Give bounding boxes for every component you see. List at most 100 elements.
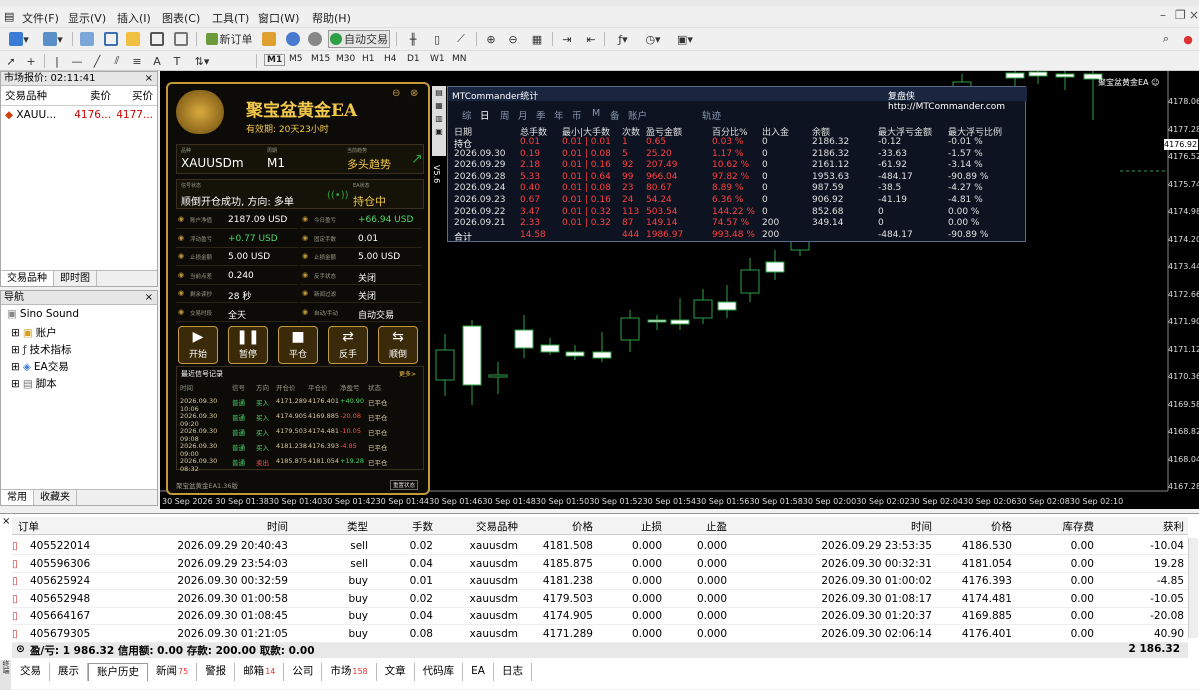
tf-h4[interactable]: H4 — [384, 54, 397, 64]
tab-symbols[interactable]: 交易品种 — [1, 271, 54, 286]
close-icon[interactable]: × — [145, 72, 153, 86]
terminal-tab[interactable]: 新闻75 — [148, 663, 198, 681]
bar-chart-button[interactable]: ╫ — [404, 30, 422, 48]
close-icon[interactable]: × — [1189, 8, 1199, 22]
terminal-tab[interactable]: 邮箱14 — [235, 663, 285, 681]
channel-button[interactable]: ⫽ — [110, 52, 124, 70]
indicators-button[interactable]: ƒ▾ — [610, 30, 636, 48]
minimize-icon[interactable]: – — [1160, 8, 1166, 22]
menu-file[interactable]: 文件(F) — [22, 10, 59, 26]
more-link[interactable]: 更多> — [399, 369, 416, 378]
history-col-header[interactable]: 价格 — [572, 519, 593, 534]
cursor-button[interactable]: ➚ — [4, 52, 18, 70]
terminal-tab[interactable]: 展示 — [50, 663, 88, 681]
stats-tab[interactable]: 综 — [462, 108, 472, 122]
history-col-header[interactable]: 获利 — [1163, 519, 1184, 534]
tile-windows-button[interactable]: ▦ — [528, 30, 546, 48]
tab-tick-chart[interactable]: 即时图 — [54, 271, 97, 286]
history-col-header[interactable]: 时间 — [267, 519, 288, 534]
stats-tab[interactable]: 季 — [536, 108, 546, 122]
tf-w1[interactable]: W1 — [430, 54, 445, 64]
templates-button[interactable]: ▣▾ — [672, 30, 698, 48]
signal-row[interactable]: 2026.09.30 09:20 普通 买入 4174.905 4169.885 -20.… — [180, 412, 424, 428]
close-icon[interactable]: × — [2, 516, 10, 527]
stats-tab[interactable]: 日 — [480, 108, 490, 122]
vertical-scrollbar[interactable] — [1188, 538, 1198, 638]
history-row[interactable]: ▯ 405522014 2026.09.29 20:40:43 sell 0.02 xau… — [12, 538, 1188, 555]
navigator-button[interactable] — [124, 30, 142, 48]
zoom-out-button[interactable]: ⊖ — [504, 30, 522, 48]
signal-row[interactable]: 2026.09.30 10:06 普通 买入 4171.289 4176.401 +40.… — [180, 397, 424, 413]
history-col-header[interactable]: 交易品种 — [476, 519, 518, 534]
side-icon-1[interactable]: ▤ — [432, 86, 446, 99]
tf-mn[interactable]: MN — [452, 54, 467, 64]
reset-button[interactable]: 重置状态 — [390, 480, 419, 490]
meta-editor-button[interactable] — [260, 30, 278, 48]
minimize-icon[interactable]: ⊖ — [392, 88, 400, 99]
nav-indicators[interactable]: ⊞ ƒ 技术指标 — [11, 342, 72, 357]
menu-help[interactable]: 帮助(H) — [312, 10, 351, 26]
tf-m5[interactable]: M5 — [289, 54, 303, 64]
stats-tab[interactable]: 币 — [572, 108, 582, 122]
terminal-tab[interactable]: 公司 — [284, 663, 323, 681]
tf-m15[interactable]: M15 — [311, 54, 330, 64]
stats-tab[interactable]: 周 — [500, 108, 510, 122]
tab-common[interactable]: 常用 — [1, 490, 34, 505]
tf-d1[interactable]: D1 — [407, 54, 420, 64]
signal-row[interactable]: 2026.09.30 09:08 普通 买入 4179.503 4174.481 -10.… — [180, 427, 424, 443]
trendline-button[interactable]: ╱ — [90, 52, 104, 70]
history-col-header[interactable]: 库存费 — [1063, 519, 1095, 534]
signal-row[interactable]: 2026.09.30 09:00 普通 买入 4181.238 4176.393 -4.8… — [180, 442, 424, 458]
side-icon-4[interactable]: ▣ — [432, 125, 446, 138]
side-icon-3[interactable]: ▥ — [432, 112, 446, 125]
ea-control-button[interactable]: ⇆ 顺倒 — [378, 326, 418, 364]
autoscroll-button[interactable]: ⇤ — [582, 30, 600, 48]
line-chart-button[interactable]: ⟋ — [452, 30, 470, 48]
terminal-tab[interactable]: 日志 — [494, 663, 532, 681]
history-col-header[interactable]: 类型 — [347, 519, 368, 534]
history-col-header[interactable]: 价格 — [991, 519, 1012, 534]
stats-tab[interactable]: 轨迹 — [702, 108, 721, 122]
zoom-in-button[interactable]: ⊕ — [482, 30, 500, 48]
history-col-header[interactable]: 手数 — [412, 519, 433, 534]
terminal-tab[interactable]: EA — [463, 663, 494, 681]
vps-button[interactable] — [306, 30, 324, 48]
new-order-button[interactable]: 新订单 — [202, 30, 256, 48]
history-col-header[interactable]: 时间 — [911, 519, 932, 534]
text-button[interactable]: A — [150, 52, 164, 70]
stats-tab[interactable]: 备 — [610, 108, 620, 122]
label-button[interactable]: T — [170, 52, 184, 70]
nav-accounts[interactable]: ⊞ ▣ 账户 — [11, 325, 57, 340]
menu-insert[interactable]: 插入(I) — [117, 10, 151, 26]
chart-shift-button[interactable]: ⇥ — [558, 30, 576, 48]
ea-control-button[interactable]: ▶ 开始 — [178, 326, 218, 364]
symbol-row[interactable]: ◆ XAUU... 4176... 4177... — [1, 106, 157, 124]
candlestick-button[interactable]: ▯ — [428, 30, 446, 48]
nav-experts[interactable]: ⊞ ◈ EA交易 — [11, 359, 69, 374]
tester-button[interactable] — [172, 30, 190, 48]
terminal-tab[interactable]: 市场158 — [322, 663, 377, 681]
history-col-header[interactable]: 止损 — [641, 519, 662, 534]
side-icon-2[interactable]: ▦ — [432, 99, 446, 112]
history-row[interactable]: ▯ 405596306 2026.09.29 23:54:03 sell 0.04 xau… — [12, 556, 1188, 573]
col-bid[interactable]: 卖价 — [71, 86, 111, 105]
periods-button[interactable]: ◷▾ — [640, 30, 666, 48]
history-row[interactable]: ▯ 405679305 2026.09.30 01:21:05 buy 0.08 xauu… — [12, 626, 1188, 643]
restore-icon[interactable]: ❐ — [1175, 8, 1186, 22]
stats-tab[interactable]: M — [592, 108, 600, 119]
terminal-tab[interactable]: 交易 — [12, 663, 50, 681]
shapes-button[interactable]: ⇅▾ — [190, 52, 214, 70]
menu-view[interactable]: 显示(V) — [68, 10, 106, 26]
terminal-tab[interactable]: 代码库 — [415, 663, 464, 681]
history-col-header[interactable]: 订单 — [18, 519, 39, 534]
signals-button[interactable] — [284, 30, 302, 48]
history-row[interactable]: ▯ 405652948 2026.09.30 01:00:58 buy 0.02 xauu… — [12, 591, 1188, 608]
terminal-tab[interactable]: 警报 — [197, 663, 236, 681]
menu-tools[interactable]: 工具(T) — [212, 10, 249, 26]
account-button[interactable]: ● — [1180, 30, 1196, 48]
close-icon[interactable]: ⊗ — [410, 88, 418, 99]
vertical-line-button[interactable]: | — [50, 52, 64, 70]
menu-chart[interactable]: 图表(C) — [162, 10, 200, 26]
terminal-button[interactable] — [148, 30, 166, 48]
crosshair-button[interactable]: + — [24, 52, 38, 70]
